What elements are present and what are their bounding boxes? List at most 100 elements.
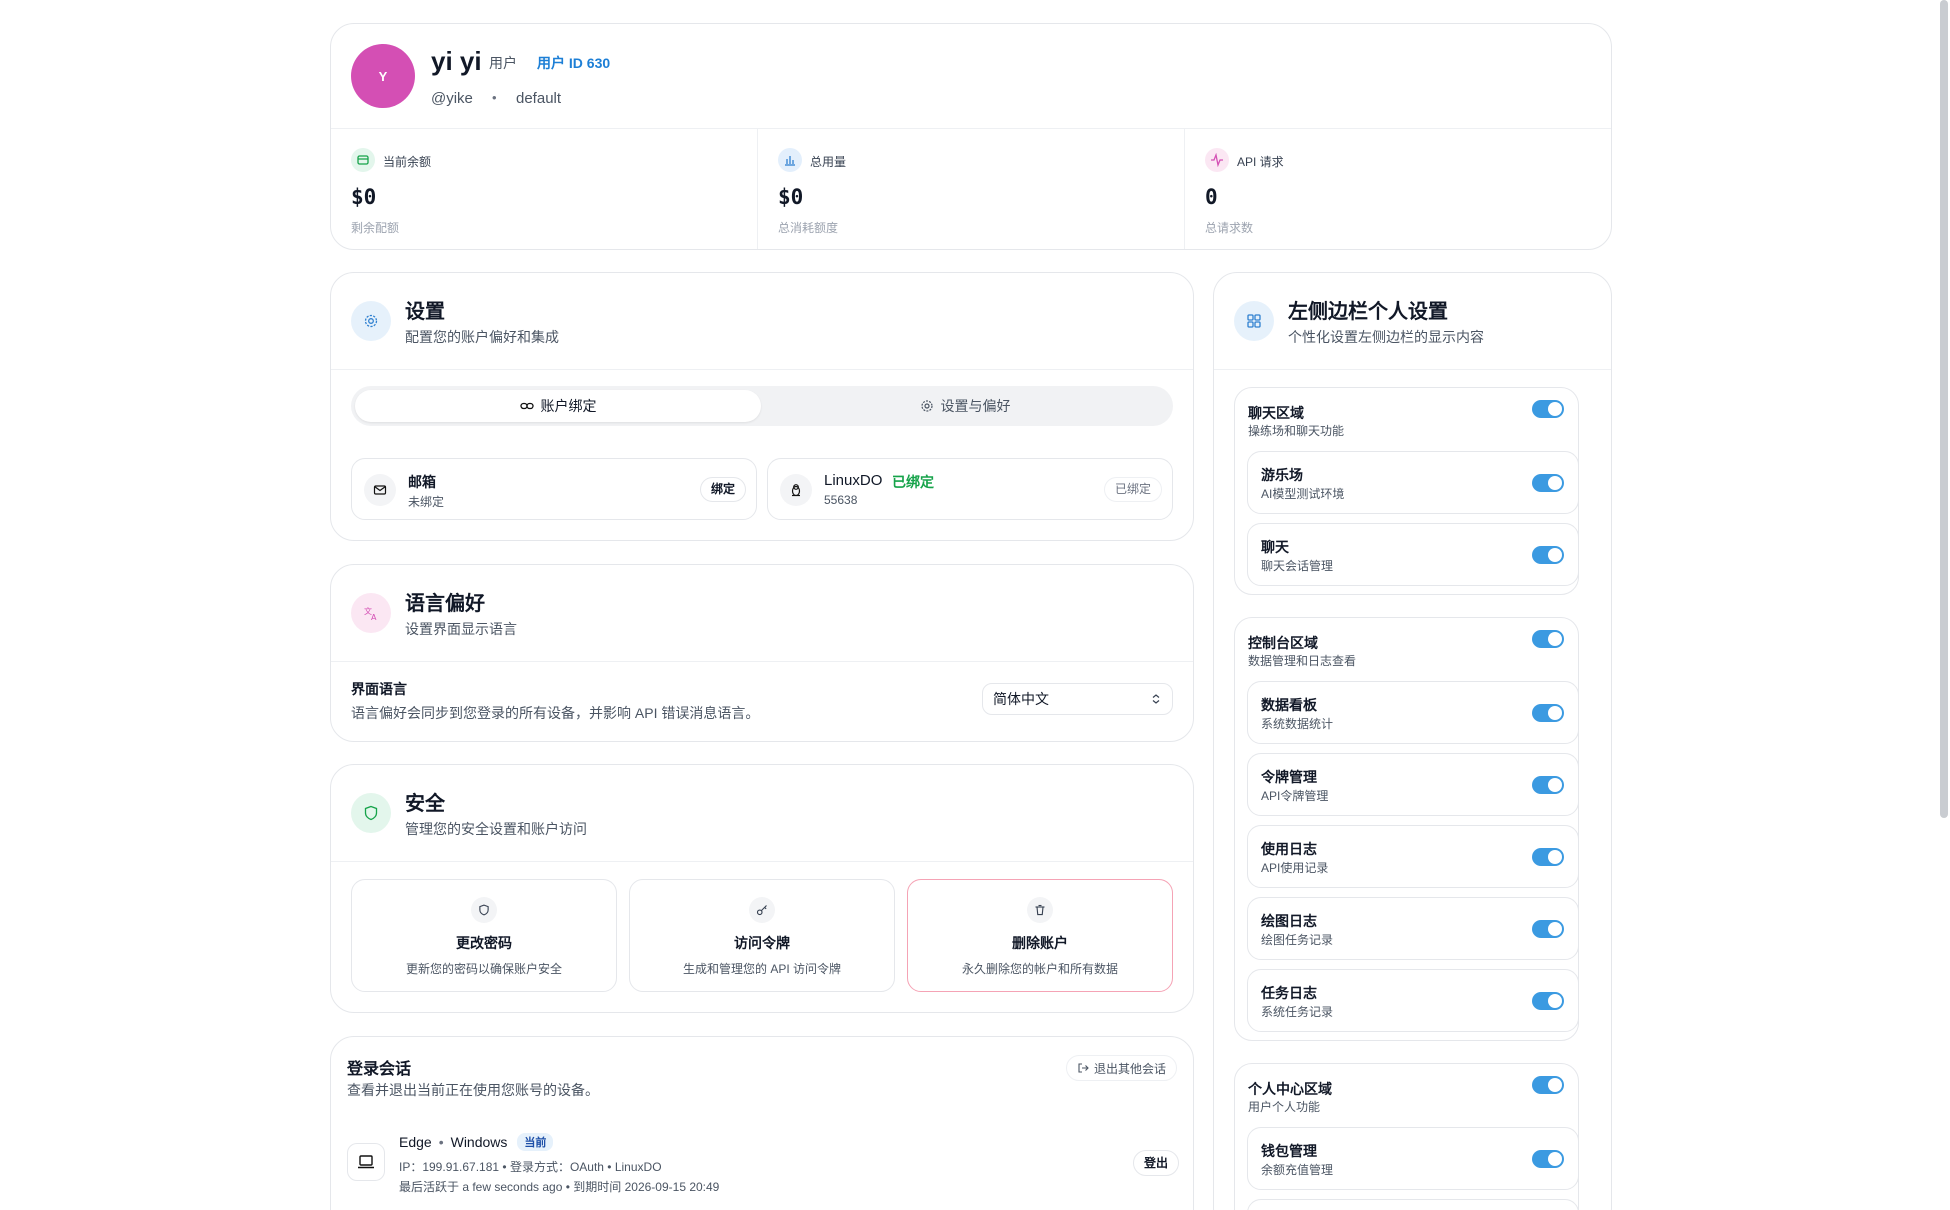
toggle-personal-area[interactable] [1532, 1076, 1564, 1094]
toggle-playground[interactable] [1532, 474, 1564, 492]
tab-account-binding[interactable]: 账户绑定 [355, 390, 761, 422]
user-id-link[interactable]: 用户 ID 630 [537, 53, 610, 73]
toggle-console-area[interactable] [1532, 630, 1564, 648]
card-title: 更改密码 [456, 935, 512, 951]
toggle-chat[interactable] [1532, 546, 1564, 564]
tab-label: 设置与偏好 [940, 398, 1011, 414]
stat-sub: 总消耗额度 [778, 221, 839, 235]
item-sub: API使用记录 [1261, 861, 1329, 875]
sidebar-item-tokens: 令牌管理 API令牌管理 [1247, 753, 1579, 816]
shield-icon [471, 897, 497, 923]
binding-name: 邮箱 [408, 474, 436, 490]
session-detail: IP：199.91.67.181 • 登录方式：OAuth • LinuxDO [399, 1160, 662, 1174]
sidebar-group-console: 控制台区域 数据管理和日志查看 数据看板 系统数据统计 令牌管理 API令牌管理… [1234, 617, 1579, 1041]
language-header: 文A 语言偏好 设置界面显示语言 [331, 565, 1193, 662]
stat-usage: 总用量 $0 总消耗额度 [758, 129, 1185, 249]
sidebar-item-playground: 游乐场 AI模型测试环境 [1247, 451, 1579, 514]
display-name: yi yi [431, 46, 482, 76]
item-title: 数据看板 [1261, 697, 1317, 713]
role-label: 用户 [489, 55, 517, 71]
toggle-chat-area[interactable] [1532, 400, 1564, 418]
language-select-value: 简体中文 [993, 691, 1049, 707]
bar-chart-icon [778, 148, 802, 172]
tab-preferences[interactable]: 设置与偏好 [761, 390, 1169, 422]
access-token-card[interactable]: 访问令牌 生成和管理您的 API 访问令牌 [629, 879, 895, 992]
logout-icon [1077, 1062, 1089, 1074]
session-os: Windows [450, 1134, 508, 1150]
translate-icon: 文A [351, 593, 391, 633]
stats-row: 当前余额 $0 剩余配额 总用量 $0 总消耗额度 API 请求 0 总请求数 [331, 128, 1611, 249]
item-title: 任务日志 [1261, 985, 1317, 1001]
item-title: 游乐场 [1261, 467, 1303, 483]
sidebar-item-chat: 聊天 聊天会话管理 [1247, 523, 1579, 586]
stat-value: $0 [351, 185, 377, 209]
session-logout-button[interactable]: 登出 [1132, 1150, 1179, 1176]
current-session-badge: 当前 [517, 1133, 554, 1151]
delete-account-card[interactable]: 删除账户 永久删除您的帐户和所有数据 [907, 879, 1173, 992]
toggle-usage-logs[interactable] [1532, 848, 1564, 866]
stat-value: 0 [1205, 185, 1218, 209]
item-title: 钱包管理 [1261, 1143, 1317, 1159]
card-desc: 生成和管理您的 API 访问令牌 [682, 962, 841, 976]
page-scrollbar[interactable] [1940, 0, 1948, 818]
trash-icon [1027, 897, 1053, 923]
item-sub: AI模型测试环境 [1261, 487, 1345, 501]
sidebar-item-task-logs: 任务日志 系统任务记录 [1247, 969, 1579, 1032]
toggle-task-logs[interactable] [1532, 992, 1564, 1010]
binding-linuxdo: LinuxDO 已绑定 55638 已绑定 [767, 458, 1173, 520]
binding-status: 未绑定 [408, 495, 445, 509]
group-sub: 用户个人功能 [1248, 1100, 1321, 1114]
bound-linuxdo-button[interactable]: 已绑定 [1103, 477, 1162, 502]
bound-badge: 已绑定 [892, 474, 934, 490]
link-icon [519, 399, 534, 413]
gear-icon [920, 399, 934, 413]
stat-label: 当前余额 [383, 155, 432, 169]
change-password-card[interactable]: 更改密码 更新您的密码以确保账户安全 [351, 879, 617, 992]
toggle-wallet[interactable] [1532, 1150, 1564, 1168]
settings-card: 设置 配置您的账户偏好和集成 账户绑定 设置与偏好 邮箱 未绑定 绑定 Linu… [330, 272, 1194, 541]
sessions-title: 登录会话 [347, 1061, 412, 1078]
stat-balance: 当前余额 $0 剩余配额 [331, 129, 758, 249]
card-desc: 更新您的密码以确保账户安全 [405, 962, 562, 976]
gear-icon [351, 301, 391, 341]
sidebar-group-chat: 聊天区域 操练场和聊天功能 游乐场 AI模型测试环境 聊天 聊天会话管理 [1234, 387, 1579, 595]
security-title: 安全 [405, 793, 445, 815]
sidebar-item-wallet: 钱包管理 余额充值管理 [1247, 1127, 1579, 1190]
toggle-dashboard[interactable] [1532, 704, 1564, 722]
sidebar-settings-title: 左侧边栏个人设置 [1288, 301, 1448, 323]
session-browser: Edge [399, 1134, 432, 1150]
username: @yike [431, 90, 473, 107]
logout-others-button[interactable]: 退出其他会话 [1065, 1055, 1177, 1081]
language-title: 语言偏好 [405, 593, 485, 615]
sidebar-settings-subtitle: 个性化设置左侧边栏的显示内容 [1288, 329, 1484, 345]
security-subtitle: 管理您的安全设置和账户访问 [405, 821, 587, 837]
sessions-subtitle: 查看并退出当前正在使用您账号的设备。 [347, 1082, 599, 1098]
language-field-desc: 语言偏好会同步到您登录的所有设备，并影响 API 错误消息语言。 [351, 705, 760, 721]
binding-name: LinuxDO [824, 472, 883, 489]
toggle-tokens[interactable] [1532, 776, 1564, 794]
card-title: 访问令牌 [734, 935, 790, 951]
key-icon [749, 897, 775, 923]
separator: • [492, 90, 497, 105]
group-title: 聊天区域 [1248, 405, 1304, 421]
binding-email: 邮箱 未绑定 绑定 [351, 458, 757, 520]
toggle-drawing-logs[interactable] [1532, 920, 1564, 938]
stat-label: 总用量 [810, 155, 847, 169]
avatar[interactable]: Y [351, 44, 415, 108]
session-sep: • [438, 1134, 444, 1150]
settings-tabs: 账户绑定 设置与偏好 [351, 386, 1173, 426]
language-select[interactable]: 简体中文 [982, 683, 1173, 715]
sidebar-item-dashboard: 数据看板 系统数据统计 [1247, 681, 1579, 744]
profile-card: Y yi yi 用户 用户 ID 630 @yike • default 当前余… [330, 23, 1612, 250]
item-sub: 余额充值管理 [1261, 1163, 1334, 1177]
laptop-icon [347, 1143, 385, 1181]
security-header: 安全 管理您的安全设置和账户访问 [331, 765, 1193, 862]
stat-value: $0 [778, 185, 804, 209]
item-sub: 聊天会话管理 [1261, 559, 1334, 573]
bind-email-button[interactable]: 绑定 [699, 477, 746, 502]
sidebar-settings-card: 左侧边栏个人设置 个性化设置左侧边栏的显示内容 聊天区域 操练场和聊天功能 游乐… [1213, 272, 1612, 1210]
wallet-icon [351, 148, 375, 172]
settings-subtitle: 配置您的账户偏好和集成 [405, 329, 559, 345]
item-sub: 绘图任务记录 [1261, 933, 1334, 947]
sidebar-item-next [1247, 1199, 1579, 1210]
